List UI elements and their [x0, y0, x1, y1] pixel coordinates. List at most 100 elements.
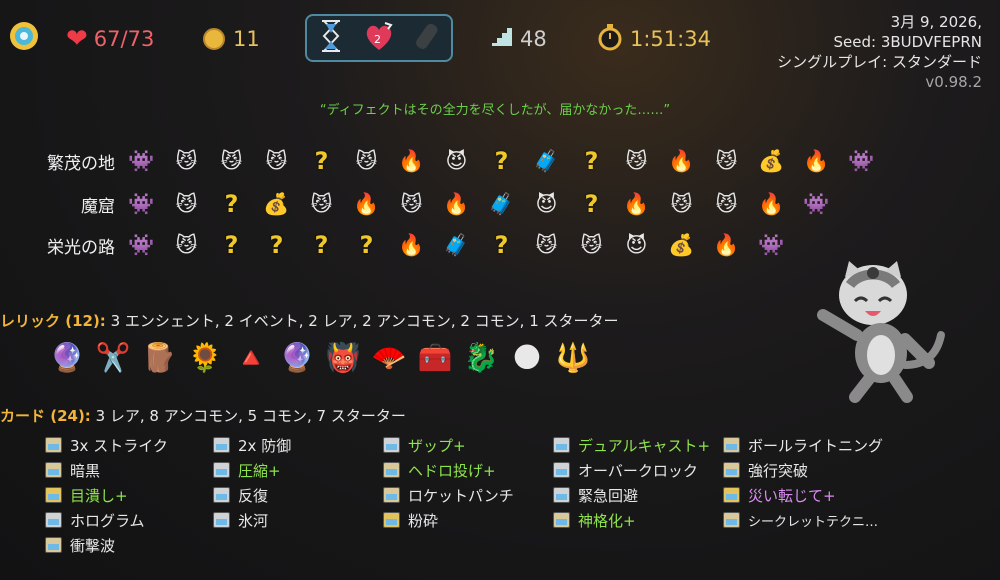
relic-icon[interactable]: 🔮: [275, 335, 319, 379]
relic-icon[interactable]: 🪵: [137, 335, 181, 379]
boss-icon[interactable]: 👾: [119, 227, 164, 263]
monster-icon[interactable]: 😼: [164, 227, 209, 263]
card-entry[interactable]: ザップ+: [383, 433, 466, 457]
card-entry[interactable]: 反復: [213, 483, 268, 507]
monster-icon[interactable]: 😼: [524, 227, 569, 263]
relic-icon[interactable]: 🔮: [45, 335, 89, 379]
monster-icon[interactable]: 😼: [344, 143, 389, 179]
empty-potion-slot-icon[interactable]: [412, 19, 442, 57]
shop-icon[interactable]: 🧳: [434, 227, 479, 263]
boss-icon[interactable]: 👾: [839, 143, 884, 179]
monster-icon[interactable]: 😼: [299, 186, 344, 222]
card-entry[interactable]: 粉砕: [383, 508, 438, 532]
unknown-room-icon[interactable]: ?: [254, 227, 299, 263]
card-name: ホログラム: [70, 511, 145, 530]
relic-icon[interactable]: 🔱: [551, 335, 595, 379]
card-entry[interactable]: 暗黒: [45, 458, 100, 482]
elite-icon[interactable]: 😈: [614, 227, 659, 263]
elite-icon[interactable]: 😈: [524, 186, 569, 222]
rest-site-icon[interactable]: 🔥: [749, 186, 794, 222]
rest-site-icon[interactable]: 🔥: [389, 143, 434, 179]
monster-icon[interactable]: 😼: [704, 186, 749, 222]
rest-site-icon[interactable]: 🔥: [794, 143, 839, 179]
monster-icon[interactable]: 😼: [164, 186, 209, 222]
unknown-room-icon[interactable]: ?: [344, 227, 389, 263]
card-name: ロケットパンチ: [408, 486, 514, 505]
floor-value: 48: [520, 27, 547, 51]
run-mode: シングルプレイ: スタンダード: [777, 53, 982, 71]
card-entry[interactable]: 3x ストライク: [45, 433, 168, 457]
monster-icon[interactable]: 😼: [209, 143, 254, 179]
treasure-icon[interactable]: 💰: [659, 227, 704, 263]
relic-icon[interactable]: 🧰: [413, 335, 457, 379]
unknown-room-icon[interactable]: ?: [569, 143, 614, 179]
monster-icon[interactable]: 😼: [659, 186, 704, 222]
unknown-room-icon[interactable]: ?: [299, 143, 344, 179]
hp-display[interactable]: ❤ 67/73: [66, 22, 154, 56]
run-info: 3月 9, 2026, Seed: 3BUDVFEPRN シングルプレイ: スタ…: [777, 12, 982, 92]
card-entry[interactable]: ボールライトニング: [723, 433, 883, 457]
card-entry[interactable]: オーバークロック: [553, 458, 698, 482]
card-entry[interactable]: シークレットテクニ…: [723, 508, 878, 532]
card-entry[interactable]: ロケットパンチ: [383, 483, 514, 507]
monster-icon[interactable]: 😼: [164, 143, 209, 179]
relic-icon[interactable]: 🌑: [505, 335, 549, 379]
card-type-icon: [213, 512, 230, 528]
card-entry[interactable]: デュアルキャスト+: [553, 433, 710, 457]
card-entry[interactable]: 目潰し+: [45, 483, 128, 507]
card-type-icon: [213, 437, 230, 453]
monster-icon[interactable]: 😼: [254, 143, 299, 179]
floor-display[interactable]: 48: [492, 22, 547, 56]
card-entry[interactable]: 氷河: [213, 508, 268, 532]
unknown-room-icon[interactable]: ?: [479, 227, 524, 263]
card-entry[interactable]: ホログラム: [45, 508, 145, 532]
monster-icon[interactable]: 😼: [704, 143, 749, 179]
timer-value: 1:51:34: [630, 27, 711, 51]
boss-icon[interactable]: 👾: [119, 186, 164, 222]
card-entry[interactable]: 2x 防御: [213, 433, 291, 457]
unknown-room-icon[interactable]: ?: [299, 227, 344, 263]
relic-icon[interactable]: ✂️: [91, 335, 135, 379]
relic-icon[interactable]: 👹: [321, 335, 365, 379]
boss-icon[interactable]: 👾: [749, 227, 794, 263]
heart-potion-icon[interactable]: 2: [363, 19, 395, 57]
shop-icon[interactable]: 🧳: [479, 186, 524, 222]
rest-site-icon[interactable]: 🔥: [344, 186, 389, 222]
unknown-room-icon[interactable]: ?: [209, 186, 254, 222]
card-entry[interactable]: 災い転じて+: [723, 483, 836, 507]
shop-icon[interactable]: 🧳: [524, 143, 569, 179]
relic-icon[interactable]: 🪭: [367, 335, 411, 379]
card-name: 衝撃波: [70, 536, 116, 555]
treasure-icon[interactable]: 💰: [254, 186, 299, 222]
card-entry[interactable]: ヘドロ投げ+: [383, 458, 496, 482]
timer-display[interactable]: 1:51:34: [596, 22, 711, 56]
monster-icon[interactable]: 😼: [389, 186, 434, 222]
character-portrait-icon[interactable]: [6, 18, 42, 54]
card-entry[interactable]: 神格化+: [553, 508, 636, 532]
unknown-room-icon[interactable]: ?: [479, 143, 524, 179]
treasure-icon[interactable]: 💰: [749, 143, 794, 179]
unknown-room-icon[interactable]: ?: [569, 186, 614, 222]
rest-site-icon[interactable]: 🔥: [659, 143, 704, 179]
card-type-icon: [553, 462, 570, 478]
boss-icon[interactable]: 👾: [119, 143, 164, 179]
card-entry[interactable]: 緊急回避: [553, 483, 638, 507]
rest-site-icon[interactable]: 🔥: [614, 186, 659, 222]
card-entry[interactable]: 圧縮+: [213, 458, 281, 482]
card-entry[interactable]: 強行突破: [723, 458, 808, 482]
gold-display[interactable]: 11: [203, 22, 260, 56]
relic-icon[interactable]: 🐉: [459, 335, 503, 379]
card-type-icon: [213, 487, 230, 503]
monster-icon[interactable]: 😼: [569, 227, 614, 263]
rest-site-icon[interactable]: 🔥: [704, 227, 749, 263]
rest-site-icon[interactable]: 🔥: [389, 227, 434, 263]
rest-site-icon[interactable]: 🔥: [434, 186, 479, 222]
monster-icon[interactable]: 😼: [614, 143, 659, 179]
relic-icon[interactable]: 🔺: [229, 335, 273, 379]
elite-icon[interactable]: 😈: [434, 143, 479, 179]
boss-icon[interactable]: 👾: [794, 186, 839, 222]
unknown-room-icon[interactable]: ?: [209, 227, 254, 263]
hourglass-potion-icon[interactable]: [316, 18, 346, 58]
card-entry[interactable]: 衝撃波: [45, 533, 115, 557]
relic-icon[interactable]: 🌻: [183, 335, 227, 379]
